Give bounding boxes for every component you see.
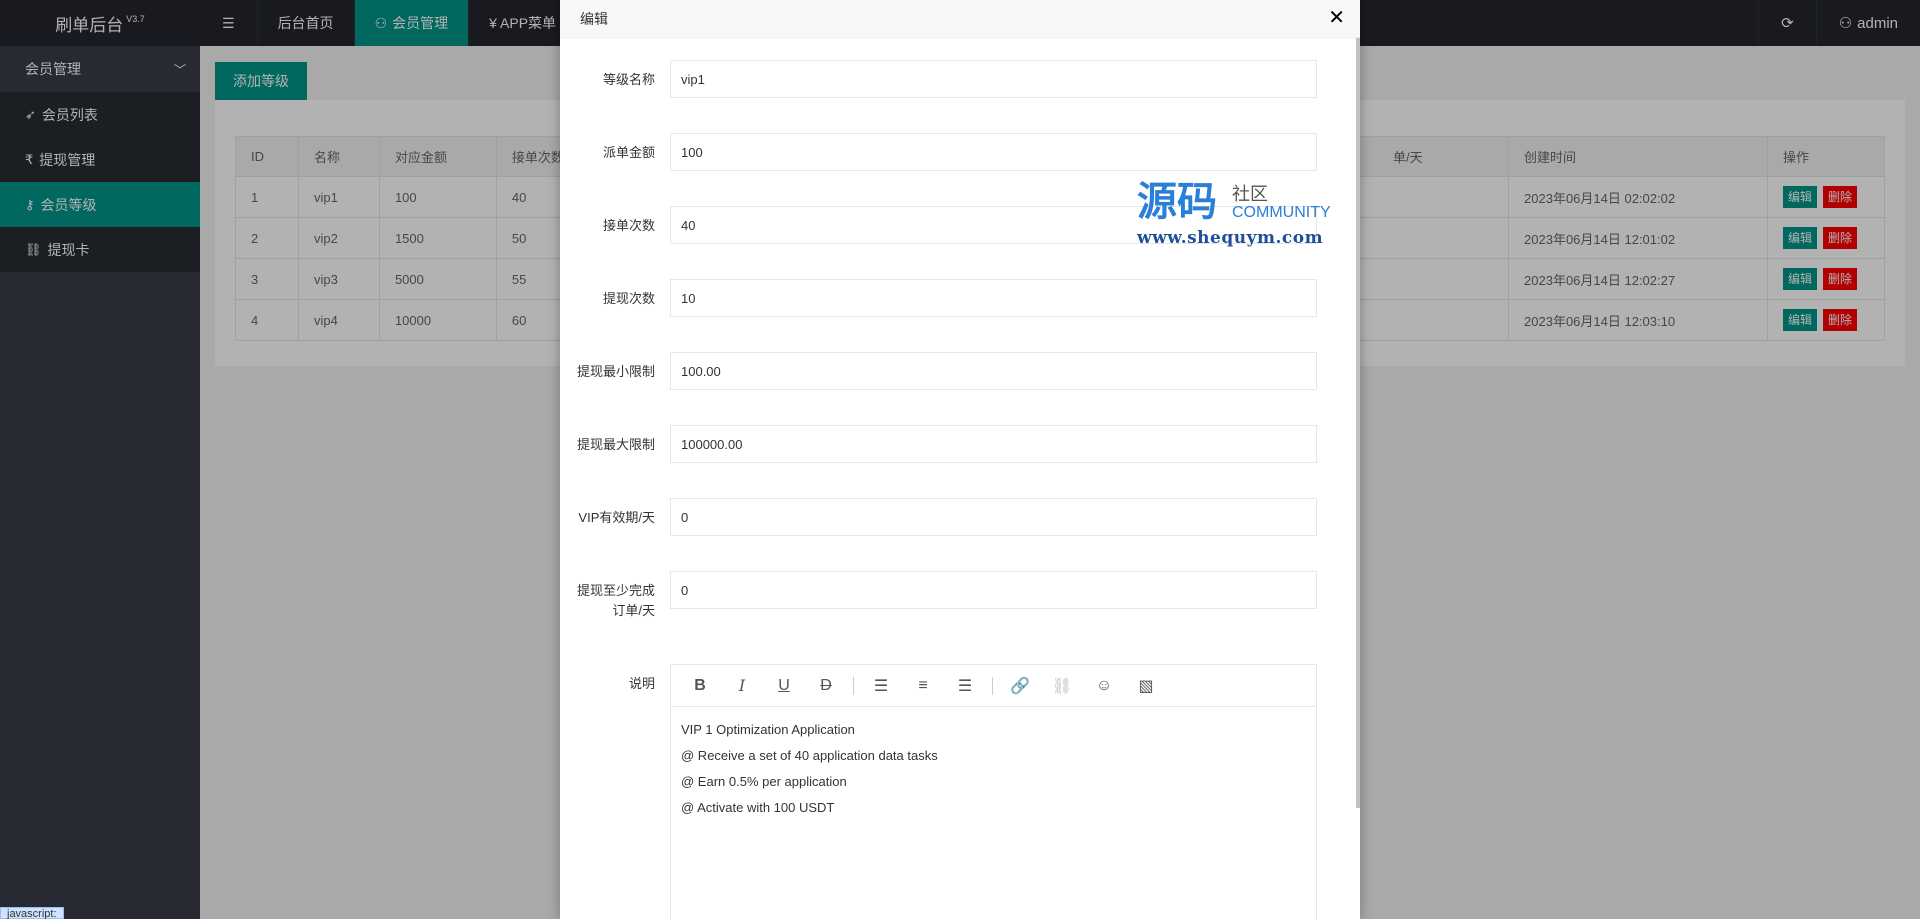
link-icon[interactable]: 🔗 <box>1005 671 1035 701</box>
underline-icon[interactable]: U <box>769 671 799 701</box>
italic-icon[interactable]: I <box>727 671 757 701</box>
modal-title-bar: 编辑 ✕ <box>560 0 1360 38</box>
align-right-icon[interactable]: ☰ <box>950 671 980 701</box>
emoji-icon[interactable]: ☺ <box>1089 671 1119 701</box>
bold-icon[interactable]: B <box>685 671 715 701</box>
editor-toolbar: B I U D ☰ ≡ ☰ 🔗 ⛓ ☺ ▧ <box>671 665 1316 707</box>
modal-scrollbar[interactable] <box>1356 38 1360 808</box>
vip-validity-input[interactable]: 0 <box>670 498 1317 536</box>
description-editor: B I U D ☰ ≡ ☰ 🔗 ⛓ ☺ ▧ VIP 1 Optimization… <box>670 664 1317 919</box>
withdraw-min-input[interactable]: 100.00 <box>670 352 1317 390</box>
watermark-logo: 源码 社区 COMMUNITY www.shequym.com <box>1137 178 1331 249</box>
level-name-input[interactable]: vip1 <box>670 60 1317 98</box>
close-icon[interactable]: ✕ <box>1328 8 1345 28</box>
image-icon[interactable]: ▧ <box>1131 671 1161 701</box>
toolbar-divider <box>853 676 854 695</box>
editor-content[interactable]: VIP 1 Optimization Application @ Receive… <box>671 707 1316 831</box>
toolbar-divider <box>992 676 993 695</box>
withdraw-max-input[interactable]: 100000.00 <box>670 425 1317 463</box>
align-center-icon[interactable]: ≡ <box>908 671 938 701</box>
dispatch-amount-input[interactable]: 100 <box>670 133 1317 171</box>
unlink-icon[interactable]: ⛓ <box>1047 671 1077 701</box>
withdraw-count-input[interactable]: 10 <box>670 279 1317 317</box>
strikethrough-icon[interactable]: D <box>811 671 841 701</box>
min-daily-orders-input[interactable]: 0 <box>670 571 1317 609</box>
align-left-icon[interactable]: ☰ <box>866 671 896 701</box>
status-tip: javascript: <box>0 907 64 919</box>
edit-level-modal: 编辑 ✕ 等级名称 vip1 派单金额 100 接单次数 40 提现次数 10 … <box>560 0 1360 919</box>
